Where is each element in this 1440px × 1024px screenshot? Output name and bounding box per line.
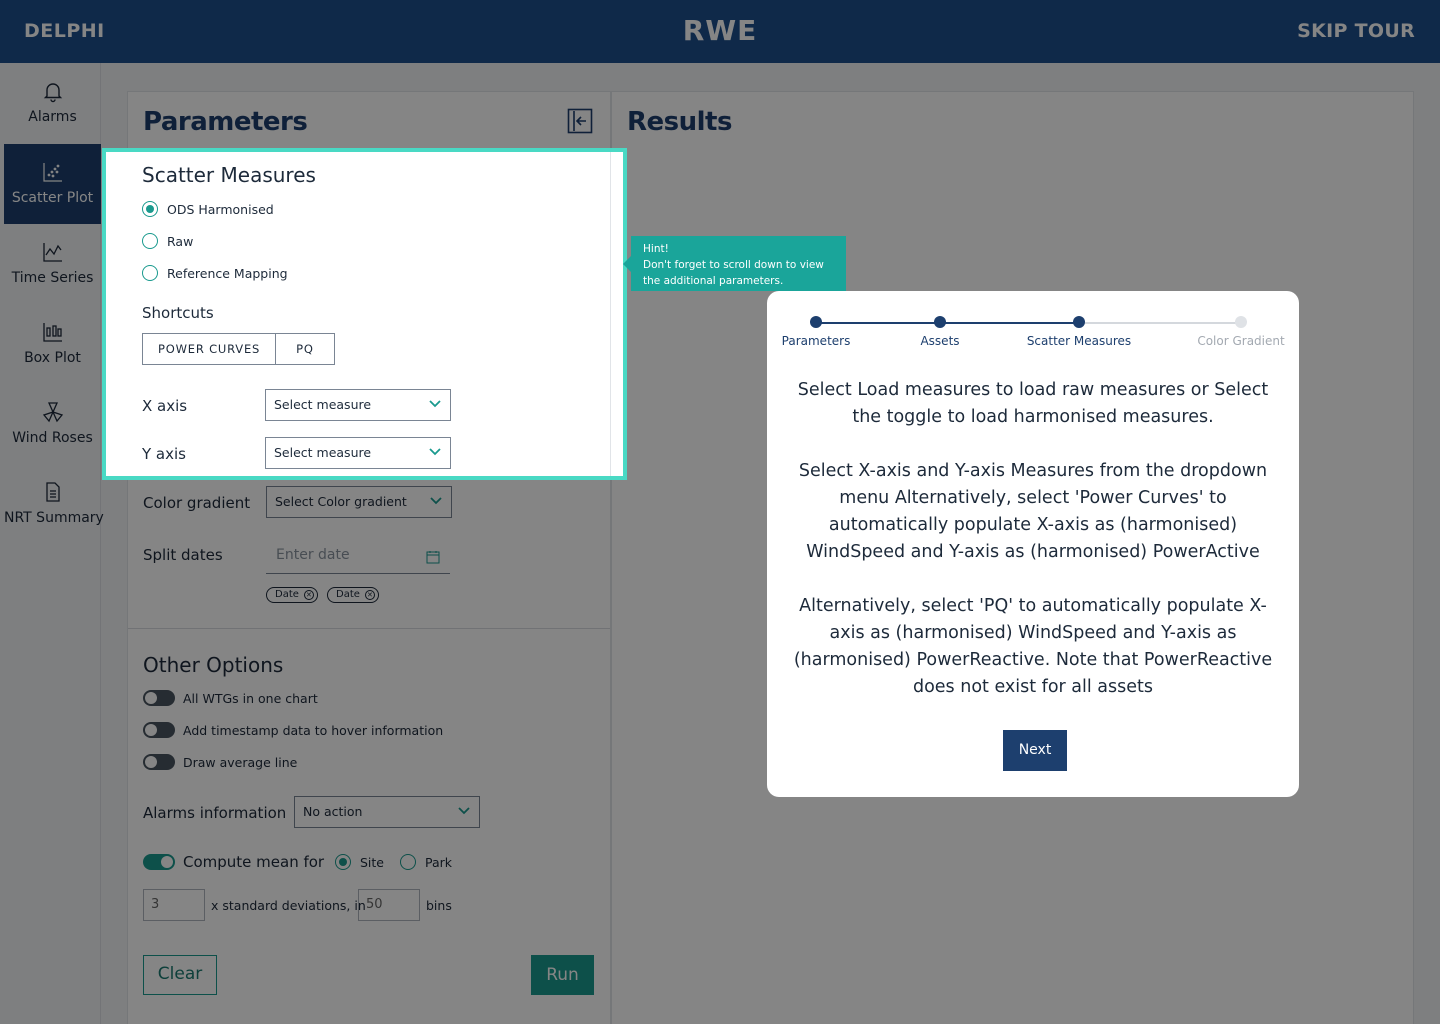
sidebar-item-label: Box Plot <box>24 350 81 366</box>
results-title: Results <box>627 107 732 137</box>
step-label-color-gradient: Color Gradient <box>1197 334 1285 348</box>
step-label-scatter-measures: Scatter Measures <box>1026 334 1132 348</box>
sidebar-item-wind-roses[interactable]: Wind Roses <box>4 384 101 464</box>
chevron-down-icon <box>430 497 442 505</box>
date-chip[interactable]: Date ✕ <box>266 587 318 603</box>
divider <box>128 628 610 629</box>
sidebar-item-label: NRT Summary <box>4 510 104 526</box>
brand-logo: RWE <box>682 14 758 47</box>
tour-stepper: Parameters Assets Scatter Measures Color… <box>767 316 1299 356</box>
chevron-down-icon <box>458 807 470 815</box>
document-icon <box>45 482 60 502</box>
sidebar-item-box-plot[interactable]: Box Plot <box>4 304 101 384</box>
sidebar: Alarms Scatter Plot Time Series Box Plot… <box>0 63 104 1024</box>
parameters-title: Parameters <box>143 107 308 137</box>
step-dot <box>1235 316 1247 328</box>
sidebar-item-alarms[interactable]: Alarms <box>4 63 101 143</box>
sidebar-item-label: Time Series <box>11 270 94 286</box>
calendar-icon[interactable] <box>426 550 440 564</box>
close-icon[interactable]: ✕ <box>303 590 314 600</box>
line-chart-icon <box>42 243 62 262</box>
bins-input[interactable]: 50 <box>358 889 420 921</box>
color-gradient-select[interactable]: Select Color gradient <box>266 486 452 518</box>
tour-description: Select Load measures to load raw measure… <box>783 377 1283 701</box>
split-dates-input[interactable]: Enter date <box>266 540 450 574</box>
collapse-panel-icon[interactable] <box>567 108 593 134</box>
tour-paragraph: Alternatively, select 'PQ' to automatica… <box>793 596 1273 697</box>
sidebar-item-time-series[interactable]: Time Series <box>4 224 101 304</box>
hint-title: Hint! <box>643 243 669 255</box>
next-button[interactable]: Next <box>1003 730 1067 771</box>
toggle-average-line[interactable]: Draw average line <box>143 754 297 770</box>
close-icon[interactable]: ✕ <box>364 590 375 600</box>
radio-park[interactable]: Park <box>400 854 452 870</box>
run-button[interactable]: Run <box>531 955 594 995</box>
tour-paragraph: Select Load measures to load raw measure… <box>797 380 1269 427</box>
highlight-border <box>102 148 627 480</box>
scatter-icon <box>42 163 62 182</box>
sidebar-item-label: Scatter Plot <box>11 190 94 206</box>
tour-paragraph: Select X-axis and Y-axis Measures from t… <box>798 461 1268 562</box>
color-gradient-label: Color gradient <box>143 494 251 512</box>
split-dates-label: Split dates <box>143 546 223 564</box>
hint-tooltip: Hint! Don't forget to scroll down to vie… <box>623 236 846 291</box>
toggle-timestamp-hover[interactable]: Add timestamp data to hover information <box>143 722 443 738</box>
bins-text: bins <box>426 898 452 913</box>
skip-tour-button[interactable]: SKIP TOUR <box>1297 20 1415 42</box>
tour-dialog: Parameters Assets Scatter Measures Color… <box>767 291 1299 797</box>
step-dot <box>934 316 946 328</box>
radio-site[interactable]: Site <box>335 854 384 870</box>
step-dot <box>1073 316 1085 328</box>
step-label-parameters: Parameters <box>781 334 851 348</box>
step-label-assets: Assets <box>920 334 960 348</box>
sidebar-item-label: Alarms <box>28 109 77 125</box>
other-options-title: Other Options <box>143 653 284 677</box>
sidebar-item-label: Wind Roses <box>12 430 93 446</box>
box-plot-icon <box>42 323 62 342</box>
toggle-all-wtgs[interactable]: All WTGs in one chart <box>143 690 318 706</box>
std-dev-input[interactable]: 3 <box>143 889 205 921</box>
date-chip[interactable]: Date ✕ <box>327 587 379 603</box>
wind-rose-icon <box>42 402 63 423</box>
alarms-information-label: Alarms information <box>143 804 287 822</box>
alarms-information-select[interactable]: No action <box>294 796 480 828</box>
clear-button[interactable]: Clear <box>143 955 217 995</box>
std-dev-text: x standard deviations, in <box>211 898 366 913</box>
top-bar: DELPHI RWE SKIP TOUR <box>0 0 1440 63</box>
bell-icon <box>43 83 62 103</box>
sidebar-item-nrt-summary[interactable]: NRT Summary <box>4 464 104 544</box>
step-dot <box>810 316 822 328</box>
toggle-compute-mean[interactable]: Compute mean for <box>143 853 324 871</box>
sidebar-item-scatter-plot[interactable]: Scatter Plot <box>4 144 101 224</box>
hint-text: Don't forget to scroll down to view the … <box>643 259 824 287</box>
